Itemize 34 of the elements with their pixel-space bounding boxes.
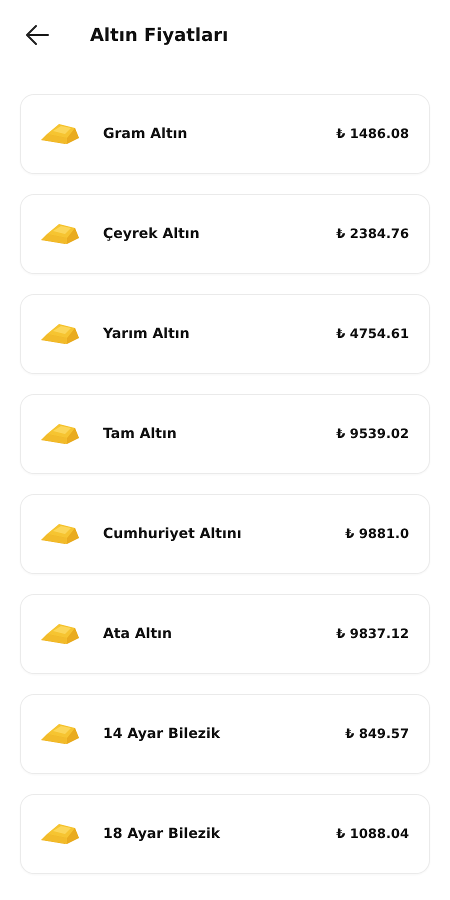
ingot-icon xyxy=(39,722,81,746)
price-card[interactable]: Gram Altın ₺ 1486.08 xyxy=(20,94,430,174)
price-card[interactable]: Yarım Altın ₺ 4754.61 xyxy=(20,294,430,374)
ingot-icon xyxy=(39,122,81,146)
page-title: Altın Fiyatları xyxy=(90,24,228,46)
price-card[interactable]: Ata Altın ₺ 9837.12 xyxy=(20,594,430,674)
price-card[interactable]: Cumhuriyet Altını ₺ 9881.0 xyxy=(20,494,430,574)
item-price: ₺ 9881.0 xyxy=(345,526,409,542)
price-card[interactable]: Tam Altın ₺ 9539.02 xyxy=(20,394,430,474)
ingot-icon xyxy=(39,622,81,646)
ingot-icon xyxy=(39,422,81,446)
ingot-icon xyxy=(39,522,81,546)
item-name: Ata Altın xyxy=(103,626,173,642)
item-name: Gram Altın xyxy=(103,126,188,142)
item-price: ₺ 2384.76 xyxy=(336,226,409,242)
item-name: Çeyrek Altın xyxy=(103,226,201,242)
ingot-icon xyxy=(39,322,81,346)
price-card[interactable]: Çeyrek Altın ₺ 2384.76 xyxy=(20,194,430,274)
item-name: Cumhuriyet Altını xyxy=(103,526,243,542)
item-price: ₺ 9837.12 xyxy=(336,626,409,642)
item-price: ₺ 1486.08 xyxy=(336,126,409,142)
price-card[interactable]: 14 Ayar Bilezik ₺ 849.57 xyxy=(20,694,430,774)
item-price: ₺ 4754.61 xyxy=(336,326,409,342)
back-button[interactable] xyxy=(24,24,50,46)
ingot-icon xyxy=(39,222,81,246)
item-price: ₺ 1088.04 xyxy=(336,826,409,842)
price-card[interactable]: 18 Ayar Bilezik ₺ 1088.04 xyxy=(20,794,430,874)
item-name: 14 Ayar Bilezik xyxy=(103,726,222,742)
item-name: Yarım Altın xyxy=(103,326,191,342)
item-name: 18 Ayar Bilezik xyxy=(103,826,222,842)
ingot-icon xyxy=(39,822,81,846)
item-price: ₺ 9539.02 xyxy=(336,426,409,442)
item-name: Tam Altın xyxy=(103,426,178,442)
item-price: ₺ 849.57 xyxy=(345,726,409,742)
